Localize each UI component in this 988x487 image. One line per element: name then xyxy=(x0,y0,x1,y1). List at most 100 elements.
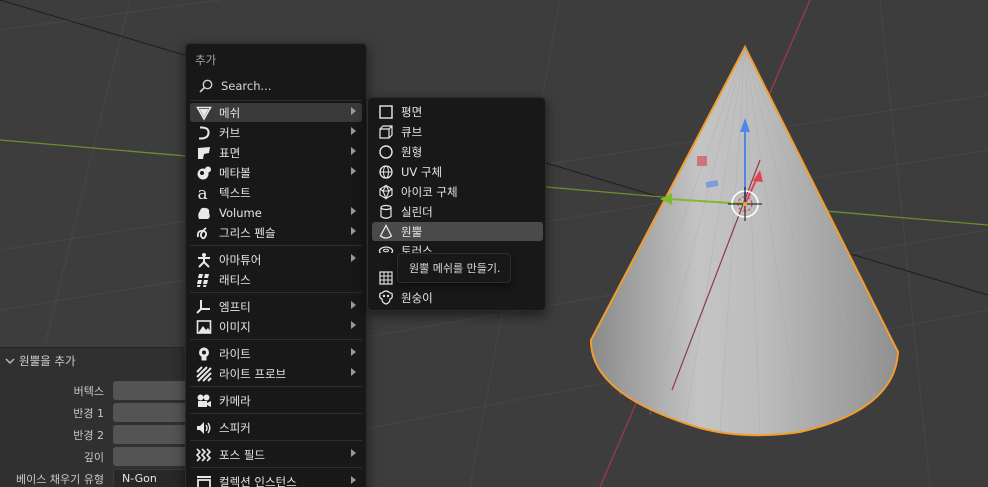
menu-search[interactable]: Search... xyxy=(192,76,360,96)
menu-item-label: UV 구체 xyxy=(401,164,443,179)
menu-title: 추가 xyxy=(195,53,217,67)
mesh-item-uv-sphere[interactable]: UV 구체 xyxy=(372,162,543,181)
menu-item-speaker[interactable]: 스피커 xyxy=(190,418,362,437)
curve-icon xyxy=(196,125,212,141)
menu-divider xyxy=(190,413,362,414)
menu-item-mesh[interactable]: 메쉬 xyxy=(190,103,362,122)
light-icon xyxy=(196,346,212,362)
menu-item-metaball[interactable]: 메타볼 xyxy=(190,163,362,182)
menu-item-light-probe[interactable]: 라이트 프로브 xyxy=(190,364,362,383)
submenu-arrow-icon xyxy=(351,147,356,155)
menu-item-surface[interactable]: 표면 xyxy=(190,143,362,162)
menu-item-collection-instance[interactable]: 컬렉션 인스턴스 xyxy=(190,472,362,487)
menu-item-label: 큐브 xyxy=(401,124,423,139)
menu-item-curve[interactable]: 커브 xyxy=(190,123,362,142)
op-panel-title: 원뿔을 추가 xyxy=(19,354,76,368)
op-field-depth: 깊이 2 xyxy=(0,447,203,466)
force-field-icon xyxy=(196,447,212,463)
menu-item-image[interactable]: 이미지 xyxy=(190,317,362,336)
menu-item-label: 라이트 프로브 xyxy=(219,366,287,381)
submenu-arrow-icon xyxy=(351,207,356,215)
menu-divider xyxy=(190,292,362,293)
menu-item-light[interactable]: 라이트 xyxy=(190,344,362,363)
cone-tooltip: 원뿔 메쉬를 만들기. xyxy=(397,253,511,283)
torus-icon xyxy=(378,243,394,253)
mesh-icon xyxy=(196,105,212,121)
submenu-arrow-icon xyxy=(351,107,356,115)
menu-item-empty[interactable]: 엠프티 xyxy=(190,297,362,316)
menu-item-text[interactable]: a 텍스트 xyxy=(190,183,362,202)
cone-icon xyxy=(378,223,394,240)
submenu-arrow-icon xyxy=(351,348,356,356)
menu-item-force-field[interactable]: 포스 필드 xyxy=(190,445,362,464)
submenu-arrow-icon xyxy=(351,476,356,484)
submenu-arrow-icon xyxy=(351,127,356,135)
menu-item-volume[interactable]: Volume xyxy=(190,203,362,222)
text-icon: a xyxy=(196,185,212,201)
submenu-arrow-icon xyxy=(351,254,356,262)
menu-item-label: 이미지 xyxy=(219,319,251,334)
collection-instance-icon xyxy=(196,474,212,487)
submenu-arrow-icon xyxy=(351,321,356,329)
menu-divider xyxy=(190,339,362,340)
menu-item-armature[interactable]: 아마튜어 xyxy=(190,250,362,269)
add-menu: 추가 Search... 메쉬 커브 표면 메타볼 a 텍스트 Volume 그… xyxy=(185,43,367,487)
menu-item-grease-pencil[interactable]: 그리스 펜슬 xyxy=(190,223,362,242)
armature-icon xyxy=(196,252,212,268)
monkey-icon xyxy=(378,289,394,306)
submenu-arrow-icon xyxy=(351,301,356,309)
grease-pencil-icon xyxy=(196,225,212,241)
mesh-item-cone[interactable]: 원뿔 xyxy=(372,222,543,241)
menu-item-label: 원숭이 xyxy=(401,290,433,305)
menu-item-camera[interactable]: 카메라 xyxy=(190,391,362,410)
op-field-label: 반경 2 xyxy=(73,429,104,442)
menu-item-label: 커브 xyxy=(219,125,241,140)
menu-divider xyxy=(190,440,362,441)
metaball-icon xyxy=(196,165,212,181)
search-icon xyxy=(199,79,213,93)
camera-icon xyxy=(196,393,212,409)
op-field-base-fill: 베이스 채우기 유형 N-Gon xyxy=(0,469,203,487)
op-field-label: 베이스 채우기 유형 xyxy=(16,473,104,486)
cylinder-icon xyxy=(378,204,394,220)
op-field-label: 버텍스 xyxy=(73,385,104,398)
menu-item-lattice[interactable]: 래티스 xyxy=(190,270,362,289)
menu-item-label: 실린더 xyxy=(401,204,433,219)
submenu-arrow-icon xyxy=(351,227,356,235)
grid-icon xyxy=(378,270,394,286)
menu-item-label: 아마튜어 xyxy=(219,252,262,267)
op-panel-header[interactable]: 원뿔을 추가 xyxy=(4,352,76,370)
cube-icon xyxy=(378,124,394,140)
mesh-item-cube[interactable]: 큐브 xyxy=(372,122,543,141)
cone-object[interactable] xyxy=(589,44,900,437)
menu-item-label: 라이트 xyxy=(219,346,251,361)
menu-item-label: 포스 필드 xyxy=(219,447,265,462)
menu-item-label: 표면 xyxy=(219,145,241,160)
menu-divider xyxy=(190,386,362,387)
menu-item-label: 카메라 xyxy=(219,393,251,408)
op-field-label: 반경 1 xyxy=(73,407,104,420)
submenu-arrow-icon xyxy=(351,368,356,376)
lattice-icon xyxy=(196,272,212,288)
menu-divider xyxy=(190,245,362,246)
mesh-item-monkey[interactable]: 원숭이 xyxy=(372,288,543,307)
surface-icon xyxy=(196,145,212,161)
menu-item-label: 원형 xyxy=(401,144,423,159)
menu-item-label: 엠프티 xyxy=(219,299,251,314)
circle-icon xyxy=(378,144,394,160)
image-icon xyxy=(196,319,212,335)
mesh-item-circle[interactable]: 원형 xyxy=(372,142,543,161)
op-field-radius1: 반경 1 1 xyxy=(0,403,203,422)
search-label: Search... xyxy=(221,79,272,93)
menu-divider xyxy=(190,467,362,468)
op-field-radius2: 반경 2 0 xyxy=(0,425,203,444)
mesh-item-torus[interactable]: 토러스 xyxy=(372,242,543,253)
submenu-arrow-icon xyxy=(351,167,356,175)
speaker-icon xyxy=(196,420,212,436)
menu-item-label: 토러스 xyxy=(401,243,433,254)
menu-item-label: 메쉬 xyxy=(219,105,241,120)
menu-item-label: 원뿔 xyxy=(401,224,423,239)
mesh-item-cylinder[interactable]: 실린더 xyxy=(372,202,543,221)
mesh-item-ico-sphere[interactable]: 아이코 구체 xyxy=(372,182,543,201)
mesh-item-plane[interactable]: 평면 xyxy=(372,102,543,121)
